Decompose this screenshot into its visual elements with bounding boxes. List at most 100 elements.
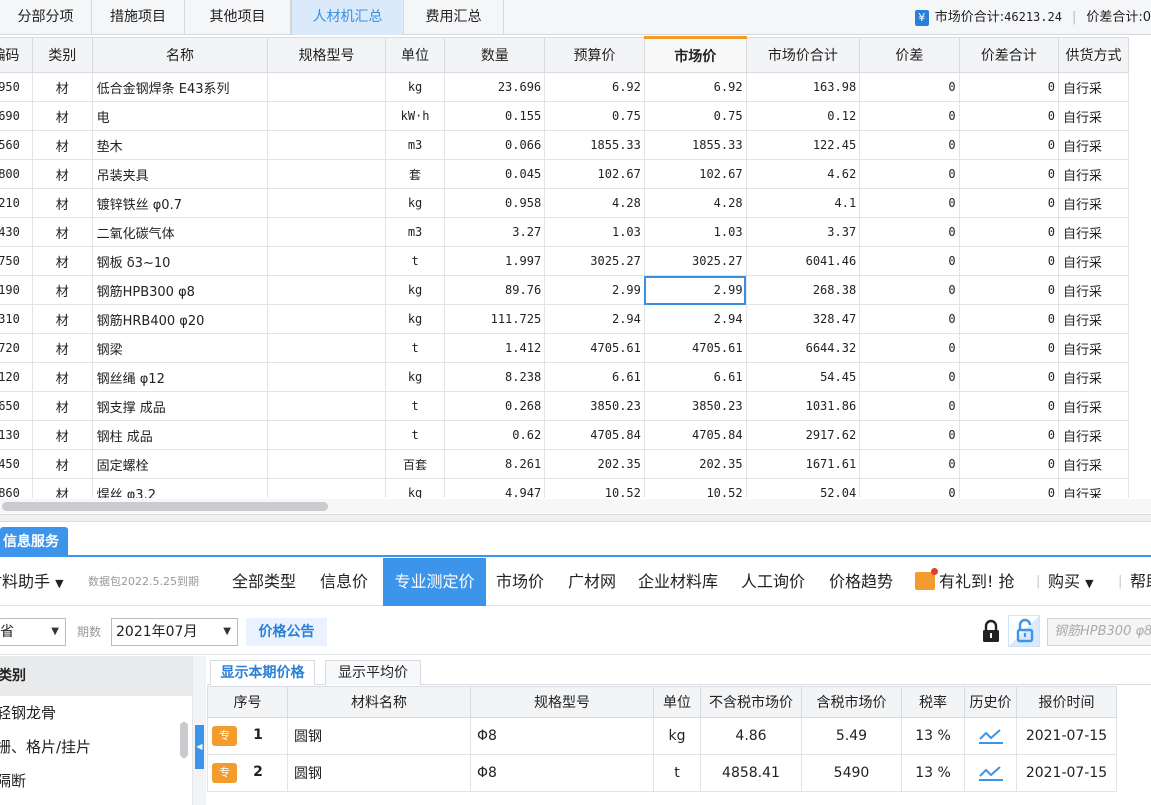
toolbar-all-types[interactable]: 全部类型 bbox=[232, 558, 296, 606]
table-row[interactable]: 9750材钢板 δ3~10t1.9973025.273025.276041.46… bbox=[0, 246, 1129, 276]
cell-market[interactable]: 4.28 bbox=[643, 188, 747, 218]
toolbar-guangcai[interactable]: 广材网 bbox=[568, 558, 616, 606]
material-search-input[interactable]: 钢筋HPB300 φ8 bbox=[1047, 618, 1151, 646]
history-trend-icon[interactable] bbox=[964, 754, 1017, 792]
tab-fenbu[interactable]: 分部分项 bbox=[0, 0, 92, 35]
tab-current-price[interactable]: 显示本期价格 bbox=[210, 660, 315, 685]
tab-cuoshi[interactable]: 措施项目 bbox=[92, 0, 185, 35]
cell-market[interactable]: 4705.61 bbox=[643, 333, 747, 363]
material-assistant-dropdown[interactable]: 材料助手 ▼ bbox=[0, 558, 64, 606]
table-row[interactable]: 1560材垫木m30.0661855.331855.33122.4500自行采 bbox=[0, 130, 1129, 160]
price-column-header[interactable]: 报价时间 bbox=[1016, 686, 1117, 718]
price-notice-button[interactable]: 价格公告 bbox=[246, 618, 327, 646]
cell-market[interactable]: 202.35 bbox=[643, 449, 747, 479]
column-header[interactable]: 单位 bbox=[384, 37, 446, 73]
column-header[interactable]: 市场价 bbox=[643, 36, 747, 73]
table-row[interactable]: 4450材固定螺栓百套8.261202.35202.351671.6100自行采 bbox=[0, 449, 1129, 479]
horizontal-scrollbar[interactable] bbox=[0, 499, 1151, 513]
cell-dtotal: 0 bbox=[958, 449, 1060, 479]
toolbar-info-price[interactable]: 信息价 bbox=[320, 558, 368, 606]
cell-market[interactable]: 102.67 bbox=[643, 159, 747, 189]
cell-market[interactable]: 2.99 bbox=[643, 275, 747, 305]
region-select[interactable]: 省 ▼ bbox=[0, 618, 66, 646]
price-row[interactable]: 专 1 圆钢 Φ8 kg 4.86 5.49 13 % 2021-07-15 bbox=[207, 717, 1117, 755]
table-row[interactable]: 1800材吊装夹具套0.045102.67102.674.6200自行采 bbox=[0, 159, 1129, 189]
unlock-icon[interactable] bbox=[1008, 615, 1040, 647]
table-row[interactable]: 2120材钢丝绳 φ12kg8.2386.616.6154.4500自行采 bbox=[0, 362, 1129, 392]
category-scrollbar[interactable] bbox=[180, 722, 188, 758]
buy-dropdown[interactable]: 购买 ▼ bbox=[1048, 558, 1094, 606]
price-column-header[interactable]: 历史价 bbox=[964, 686, 1017, 718]
price-column-header[interactable]: 税率 bbox=[901, 686, 965, 718]
cell-market[interactable]: 1.03 bbox=[643, 217, 747, 247]
price-column-header[interactable]: 规格型号 bbox=[470, 686, 654, 718]
column-header[interactable]: 编码 bbox=[0, 37, 33, 73]
cell-market[interactable]: 3025.27 bbox=[643, 246, 747, 276]
column-header[interactable]: 价差 bbox=[859, 37, 960, 73]
table-row[interactable]: 2650材钢支撑 成品t0.2683850.233850.231031.8600… bbox=[0, 391, 1129, 421]
category-item[interactable]: 隔断 bbox=[0, 764, 192, 798]
column-header[interactable]: 名称 bbox=[91, 37, 269, 73]
cell-dtotal: 0 bbox=[958, 130, 1060, 160]
price-column-header[interactable]: 材料名称 bbox=[287, 686, 471, 718]
history-trend-icon[interactable] bbox=[964, 717, 1017, 755]
toolbar-market-price[interactable]: 市场价 bbox=[496, 558, 544, 606]
table-row[interactable]: 6430材二氧化碳气体m33.271.031.033.3700自行采 bbox=[0, 217, 1129, 247]
column-header[interactable]: 供货方式 bbox=[1058, 37, 1129, 73]
toolbar-price-trend[interactable]: 价格趋势 bbox=[829, 558, 893, 606]
cell-market[interactable]: 10.52 bbox=[643, 478, 747, 498]
cell-market[interactable]: 3850.23 bbox=[643, 391, 747, 421]
price-row[interactable]: 专 2 圆钢 Φ8 t 4858.41 5490 13 % 2021-07-15 bbox=[207, 754, 1117, 792]
cell-type: 材 bbox=[31, 333, 93, 363]
cell-market[interactable]: 4705.84 bbox=[643, 420, 747, 450]
column-header[interactable]: 数量 bbox=[444, 37, 546, 73]
cell-notax: 4.86 bbox=[700, 717, 802, 755]
column-header[interactable]: 市场价合计 bbox=[745, 37, 861, 73]
toolbar-enterprise-lib[interactable]: 企业材料库 bbox=[638, 558, 718, 606]
cell-market[interactable]: 2.94 bbox=[643, 304, 747, 334]
buy-label: 购买 bbox=[1048, 572, 1081, 591]
price-column-header[interactable]: 序号 bbox=[207, 686, 288, 718]
cell-budget: 202.35 bbox=[544, 449, 645, 479]
cell-market[interactable]: 6.61 bbox=[643, 362, 747, 392]
column-header[interactable]: 类别 bbox=[31, 37, 93, 73]
cell-diff: 0 bbox=[859, 478, 960, 498]
column-header[interactable]: 预算价 bbox=[544, 37, 645, 73]
cell-diff: 0 bbox=[859, 130, 960, 160]
toolbar-manual-inquiry[interactable]: 人工询价 bbox=[741, 558, 805, 606]
table-row[interactable]: 1720材钢梁t1.4124705.614705.616644.3200自行采 bbox=[0, 333, 1129, 363]
lock-icon[interactable] bbox=[980, 619, 1002, 645]
gift-button[interactable]: 有礼到! 抢 bbox=[915, 558, 1022, 606]
cell-unit: t bbox=[384, 246, 446, 276]
help-button[interactable]: 帮助 bbox=[1130, 558, 1151, 606]
price-column-header[interactable]: 单位 bbox=[653, 686, 701, 718]
cell-dtotal: 0 bbox=[958, 391, 1060, 421]
cell-market[interactable]: 0.75 bbox=[643, 101, 747, 131]
price-column-header[interactable]: 不含税市场价 bbox=[700, 686, 802, 718]
tab-average-price[interactable]: 显示平均价 bbox=[325, 660, 421, 685]
category-item[interactable]: 栅、格片/挂片 bbox=[0, 730, 192, 764]
table-row[interactable]: 0690材电kW·h0.1550.750.750.1200自行采 bbox=[0, 101, 1129, 131]
cell-spec bbox=[267, 101, 386, 131]
table-row[interactable]: 9950材低合金钢焊条 E43系列kg23.6966.926.92163.980… bbox=[0, 72, 1129, 102]
column-header[interactable]: 价差合计 bbox=[958, 37, 1060, 73]
scrollbar-thumb[interactable] bbox=[2, 502, 328, 511]
collapse-left-icon[interactable]: ◀ bbox=[195, 725, 204, 769]
info-service-tab[interactable]: 信息服务 bbox=[0, 527, 68, 557]
tab-qita[interactable]: 其他项目 bbox=[185, 0, 291, 35]
tab-feiyong[interactable]: 费用汇总 bbox=[404, 0, 504, 35]
toolbar-pro-price[interactable]: 专业测定价 bbox=[383, 558, 486, 606]
table-row[interactable]: 1190材钢筋HPB300 φ8kg89.762.992.99268.3800自… bbox=[0, 275, 1129, 305]
period-select[interactable]: 2021年07月 ▼ bbox=[111, 618, 238, 646]
panel-splitter[interactable] bbox=[0, 514, 1151, 522]
table-row[interactable]: 5210材镀锌铁丝 φ0.7kg0.9584.284.284.100自行采 bbox=[0, 188, 1129, 218]
table-row[interactable]: 1310材钢筋HRB400 φ20kg111.7252.942.94328.47… bbox=[0, 304, 1129, 334]
tab-rencaiji[interactable]: 人材机汇总 bbox=[291, 0, 404, 35]
table-row[interactable]: 5860材焊丝 φ3.2kg4.94710.5210.5252.0400自行采 bbox=[0, 478, 1129, 498]
table-row[interactable]: 3130材钢柱 成品t0.624705.844705.842917.6200自行… bbox=[0, 420, 1129, 450]
column-header[interactable]: 规格型号 bbox=[267, 37, 386, 73]
category-item[interactable]: 轻钢龙骨 bbox=[0, 696, 192, 730]
price-column-header[interactable]: 含税市场价 bbox=[801, 686, 902, 718]
cell-market[interactable]: 1855.33 bbox=[643, 130, 747, 160]
cell-market[interactable]: 6.92 bbox=[643, 72, 747, 102]
